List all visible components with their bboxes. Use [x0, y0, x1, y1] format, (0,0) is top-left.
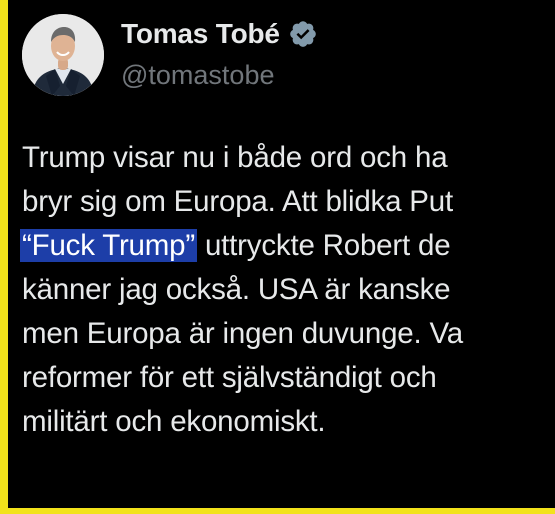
- tweet-line-5: men Europa är ingen duvunge. Va: [22, 312, 555, 356]
- tweet-line-2: bryr sig om Europa. Att blidka Put: [22, 180, 555, 224]
- selected-text[interactable]: “Fuck Trump”: [20, 229, 197, 262]
- user-handle[interactable]: @tomastobe: [121, 60, 274, 91]
- screenshot-frame: Tomas Tobé @tomastobe Trump visar nu i b…: [0, 0, 555, 514]
- tweet-line-7: militärt och ekonomiskt.: [22, 400, 555, 444]
- tweet-line-text: bryr sig om Europa. Att blidka Put: [22, 185, 453, 218]
- tweet-line-text: uttryckte Robert de: [196, 229, 451, 262]
- tweet-text: Trump visar nu i både ord och ha bryr si…: [20, 136, 555, 444]
- tweet-line-text: känner jag också. USA är kanske: [22, 273, 451, 306]
- tweet-line-4: känner jag också. USA är kanske: [22, 268, 555, 312]
- profile-photo-icon: [22, 14, 104, 96]
- name-row: Tomas Tobé: [121, 18, 318, 50]
- avatar[interactable]: [22, 14, 104, 96]
- display-name[interactable]: Tomas Tobé: [121, 18, 280, 50]
- tweet-line-6: reformer för ett självständigt och: [22, 356, 555, 400]
- tweet-line-text: reformer för ett självständigt och: [22, 361, 437, 394]
- tweet-card: Tomas Tobé @tomastobe Trump visar nu i b…: [8, 0, 555, 508]
- verified-badge-icon: [288, 19, 318, 49]
- tweet-line-text: militärt och ekonomiskt.: [22, 405, 326, 438]
- tweet-line-text: men Europa är ingen duvunge. Va: [22, 317, 463, 350]
- tweet-line-1: Trump visar nu i både ord och ha: [22, 136, 555, 180]
- tweet-line-text: Trump visar nu i både ord och ha: [22, 141, 448, 174]
- tweet-line-3: “Fuck Trump” uttryckte Robert de: [20, 224, 555, 268]
